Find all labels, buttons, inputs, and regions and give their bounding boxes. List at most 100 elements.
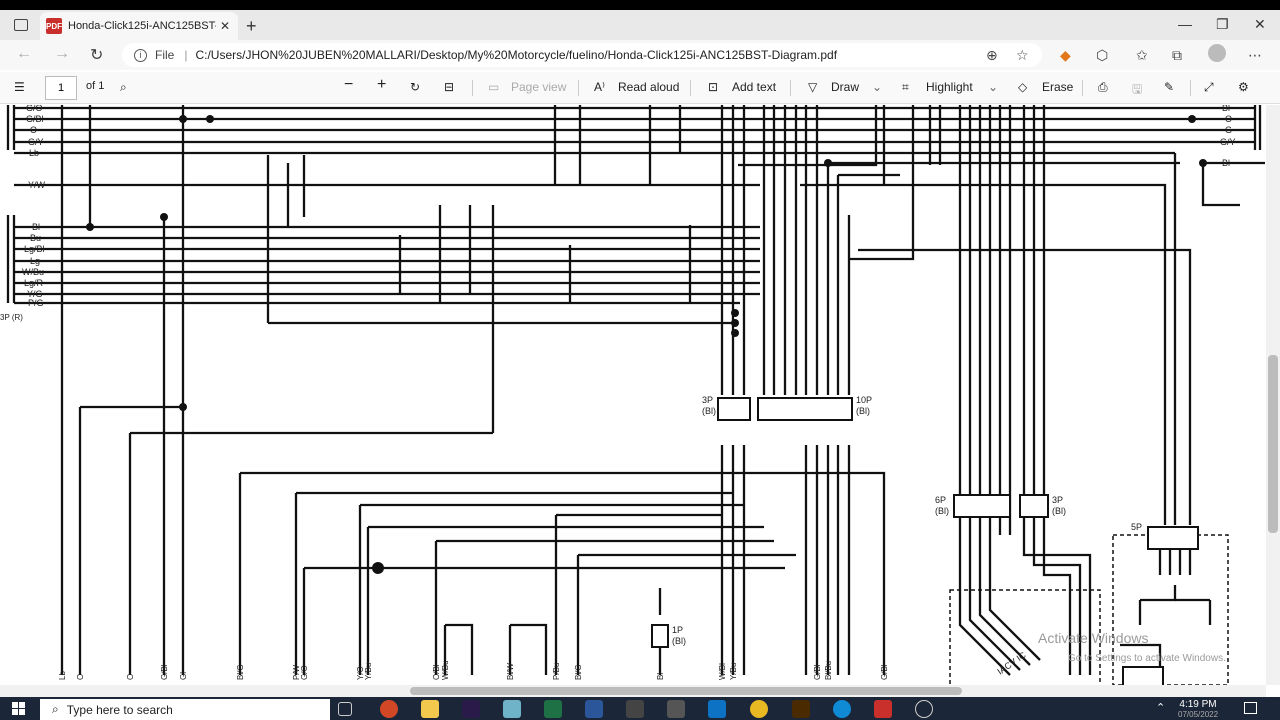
connector-label: 3P (R) (0, 313, 23, 322)
powerpoint-icon[interactable] (380, 700, 398, 718)
fullscreen-icon[interactable]: ⤢ (1204, 80, 1214, 95)
wire-label: G/O (300, 665, 309, 680)
collections-icon[interactable]: ⧉ (1172, 47, 1182, 64)
horizontal-scrollbar[interactable] (0, 685, 1266, 697)
excel-icon[interactable] (544, 700, 562, 718)
word-icon[interactable] (585, 700, 603, 718)
windows-start-icon[interactable] (12, 702, 26, 716)
wire-label: W/Bu (441, 660, 450, 680)
save-icon: 🖫 (1132, 82, 1143, 96)
add-text-button[interactable]: Add text (732, 80, 776, 94)
wire-label: Bl (1222, 105, 1230, 113)
wire-label: Lb (29, 148, 39, 158)
pdf-toolbar: ☰ 1 of 1 ⌕ − + ↻ ⊟ ▭ Page view A⁾ Read a… (0, 72, 1280, 104)
wire-label: O (1225, 114, 1232, 124)
settings-icon[interactable]: ⚙ (1238, 80, 1249, 94)
read-aloud-icon: A⁾ (594, 80, 605, 94)
task-view-icon[interactable] (338, 702, 352, 716)
clock-date: 07/05/2022 (1178, 710, 1219, 719)
minimize-icon[interactable]: — (1178, 16, 1192, 32)
app-icon[interactable] (626, 700, 644, 718)
tab-pdf[interactable]: PDF Honda-Click125i-ANC125BST-Di ✕ (40, 12, 238, 40)
after-effects-icon[interactable] (462, 700, 480, 718)
page-view-button[interactable]: Page view (511, 80, 566, 94)
profile-avatar[interactable] (1208, 44, 1226, 62)
new-tab-icon[interactable]: + (246, 16, 257, 37)
connector-label: 3P (1052, 495, 1063, 505)
favorite-icon[interactable]: ☆ (1016, 47, 1029, 64)
draw-button[interactable]: Draw (831, 80, 859, 94)
wire-label: G/Bl (26, 114, 44, 124)
bridge-icon[interactable] (792, 700, 810, 718)
file-explorer-icon[interactable] (421, 700, 439, 718)
save-as-icon[interactable]: ✎ (1164, 80, 1174, 94)
forward-icon[interactable]: → (54, 45, 70, 63)
zoom-icon[interactable]: ⊕ (986, 47, 998, 64)
refresh-icon[interactable]: ↻ (90, 45, 103, 65)
contents-icon[interactable]: ☰ (14, 80, 25, 94)
more-icon[interactable]: ⋯ (1248, 47, 1262, 64)
idle-control-label: IACV IC (995, 650, 1028, 677)
address-separator: | (184, 48, 188, 62)
edge-icon[interactable] (833, 700, 851, 718)
connector-label: 1P (672, 625, 683, 635)
page-number-input[interactable]: 1 (45, 76, 77, 100)
wire-label: W/Bl (718, 663, 727, 680)
zoom-in-icon[interactable]: + (377, 76, 386, 94)
zoom-out-icon[interactable]: − (344, 76, 353, 94)
wire-label: G/O (26, 105, 43, 113)
back-icon[interactable]: ← (16, 45, 32, 63)
vscode-icon[interactable] (708, 700, 726, 718)
window-close-icon[interactable]: ✕ (1254, 16, 1266, 33)
erase-button[interactable]: Erase (1042, 80, 1073, 94)
horizontal-scroll-thumb[interactable] (410, 687, 962, 695)
wire-label: G/Y (28, 137, 44, 147)
wire-label: Lg/R (24, 278, 44, 288)
info-icon[interactable]: i (134, 48, 147, 62)
extensions-icon[interactable]: ⬡ (1096, 47, 1108, 64)
fit-page-icon[interactable]: ⊟ (444, 80, 454, 94)
system-tray-chevron-icon[interactable]: ⌃ (1156, 701, 1165, 714)
connector-label: (Bl) (1052, 506, 1066, 516)
tab-actions-icon[interactable] (14, 19, 28, 31)
print-icon[interactable]: ⎙ (1098, 80, 1108, 95)
app-icon[interactable] (503, 700, 521, 718)
toolbar-divider (790, 80, 791, 96)
app-icon[interactable] (915, 700, 933, 718)
find-icon[interactable]: ⌕ (120, 80, 127, 95)
taskbar-clock[interactable]: 4:19 PM 07/05/2022 (1178, 699, 1218, 719)
pdf-viewer[interactable]: G/O G/Bl O G/Y Lb Y/W Bl Bu Lg/Bl Lg W/B… (0, 105, 1266, 685)
address-text: C:/Users/JHON%20JUBEN%20MALLARI/Desktop/… (195, 48, 838, 62)
connector-label: 10P (856, 395, 872, 405)
highlight-button[interactable]: Highlight (926, 80, 973, 94)
search-icon: ⌕ (52, 702, 59, 716)
wire-label: Y/Bu (729, 663, 738, 680)
read-aloud-button[interactable]: Read aloud (618, 80, 679, 94)
vertical-scrollbar[interactable] (1266, 105, 1280, 685)
metamask-icon[interactable]: ◆ (1060, 47, 1071, 64)
watermark-title: Activate Windows (1038, 630, 1148, 646)
maximize-icon[interactable]: ❐ (1216, 16, 1229, 33)
wire-label: G/Bl (880, 664, 889, 680)
toolbar-divider (1190, 80, 1191, 96)
top-letterbox (0, 0, 1280, 10)
favorites-icon[interactable]: ✩ (1136, 47, 1148, 64)
tab-close-icon[interactable]: ✕ (220, 19, 230, 33)
draw-chevron-down-icon[interactable]: ⌄ (872, 80, 882, 94)
address-field[interactable]: i File | C:/Users/JHON%20JUBEN%20MALLARI… (122, 43, 1042, 67)
rotate-icon[interactable]: ↻ (410, 80, 420, 94)
wire-label: W/Bu (22, 267, 44, 277)
search-placeholder: Type here to search (66, 702, 173, 717)
notifications-icon[interactable] (1244, 702, 1257, 714)
connector-label: 3P (702, 395, 713, 405)
highlight-chevron-down-icon[interactable]: ⌄ (988, 80, 998, 94)
wire-label: Bl/Bu (824, 661, 833, 680)
taskbar-search[interactable]: ⌕ Type here to search (40, 699, 330, 720)
toolbar-divider (690, 80, 691, 96)
acrobat-icon[interactable] (874, 700, 892, 718)
chrome-icon[interactable] (750, 700, 768, 718)
app-icon[interactable] (667, 700, 685, 718)
vertical-scroll-thumb[interactable] (1268, 355, 1278, 533)
wire-label: Y/Bu (364, 663, 373, 680)
wire-label: O (76, 674, 85, 680)
